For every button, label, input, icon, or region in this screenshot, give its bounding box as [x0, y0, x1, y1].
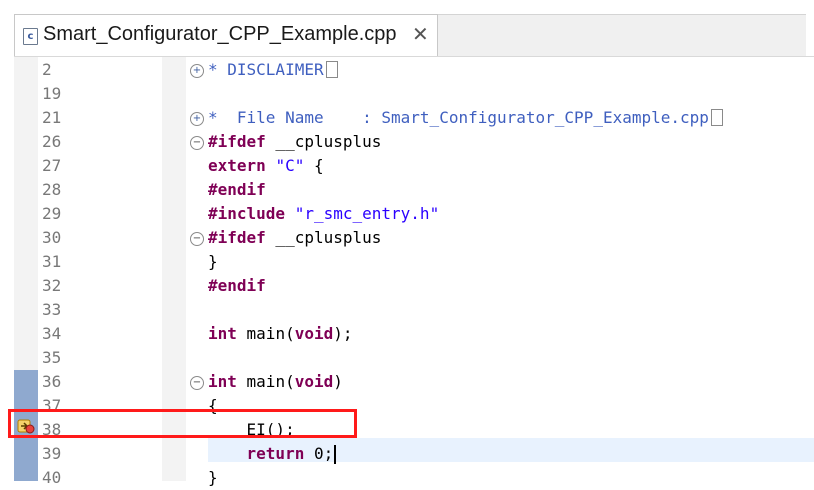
collapsed-region-marker[interactable] — [710, 109, 723, 126]
code-line[interactable]: #endif — [208, 178, 266, 202]
line-number: 21 — [42, 108, 62, 127]
line-number: 36 — [42, 372, 62, 391]
code-token: "r_smc_entry.h" — [294, 204, 440, 223]
line-number: 35 — [42, 348, 62, 367]
line-number: 27 — [42, 156, 62, 175]
red-highlight-box — [8, 409, 357, 438]
line-number: 29 — [42, 204, 62, 223]
line-number: 31 — [42, 252, 62, 271]
code-token: extern — [208, 156, 266, 175]
code-token: 0; — [304, 444, 334, 463]
code-token: __cplusplus — [265, 132, 382, 151]
line-number: 33 — [42, 300, 62, 319]
line-number: 28 — [42, 180, 62, 199]
fold-expand-icon[interactable]: + — [190, 64, 204, 78]
code-line[interactable]: int main(void); — [208, 322, 353, 346]
code-line[interactable]: return 0; — [208, 442, 334, 466]
code-token: int — [208, 324, 237, 343]
code-token: void — [294, 372, 334, 391]
code-token: #endif — [208, 276, 266, 295]
fold-expand-icon[interactable]: + — [190, 112, 204, 126]
code-line[interactable]: #endif — [208, 274, 266, 298]
editor-tab-bar: c Smart_Configurator_CPP_Example.cpp ✕ — [0, 0, 814, 57]
code-token: * DISCLAIMER — [208, 60, 324, 79]
fold-collapse-icon[interactable]: − — [190, 232, 204, 246]
code-line[interactable]: #ifdef __cplusplus — [208, 226, 381, 250]
code-token: { — [304, 156, 324, 175]
code-token: "C" — [275, 156, 305, 175]
line-number: 40 — [42, 468, 62, 487]
code-token: #ifdef — [208, 228, 266, 247]
code-token: } — [208, 468, 218, 487]
code-token: * File Name : Smart_Configurator_CPP_Exa… — [208, 108, 709, 127]
line-number: 39 — [42, 444, 62, 463]
code-token: #ifdef — [208, 132, 266, 151]
code-line[interactable]: * File Name : Smart_Configurator_CPP_Exa… — [208, 106, 723, 130]
line-number: 2 — [42, 60, 52, 79]
code-line[interactable]: #include "r_smc_entry.h" — [208, 202, 439, 226]
close-icon[interactable]: ✕ — [412, 22, 429, 46]
code-token: ); — [333, 324, 353, 343]
editor-tab[interactable]: c Smart_Configurator_CPP_Example.cpp ✕ — [14, 14, 438, 56]
code-token: ) — [333, 372, 343, 391]
code-token: #include — [208, 204, 286, 223]
fold-collapse-icon[interactable]: − — [190, 136, 204, 150]
line-number: 19 — [42, 84, 62, 103]
code-line[interactable]: } — [208, 250, 218, 274]
code-token: __cplusplus — [265, 228, 382, 247]
code-token: main( — [236, 324, 295, 343]
code-line[interactable]: * DISCLAIMER — [208, 58, 338, 82]
code-line[interactable]: int main(void) — [208, 370, 343, 394]
text-caret — [334, 445, 337, 464]
code-token: void — [294, 324, 334, 343]
cpp-file-icon: c — [23, 28, 38, 45]
code-token: #endif — [208, 180, 266, 199]
code-line[interactable]: extern "C" { — [208, 154, 324, 178]
collapsed-region-marker[interactable] — [325, 61, 338, 78]
code-token: int — [208, 372, 237, 391]
fold-collapse-icon[interactable]: − — [190, 376, 204, 390]
line-number: 32 — [42, 276, 62, 295]
code-token: main( — [236, 372, 295, 391]
line-number: 26 — [42, 132, 62, 151]
line-number: 34 — [42, 324, 62, 343]
tab-title: Smart_Configurator_CPP_Example.cpp — [43, 23, 397, 45]
line-number: 30 — [42, 228, 62, 247]
code-token: } — [208, 252, 218, 271]
code-line[interactable]: #ifdef __cplusplus — [208, 130, 381, 154]
code-token: return — [246, 444, 305, 463]
code-line[interactable]: } — [208, 466, 218, 490]
